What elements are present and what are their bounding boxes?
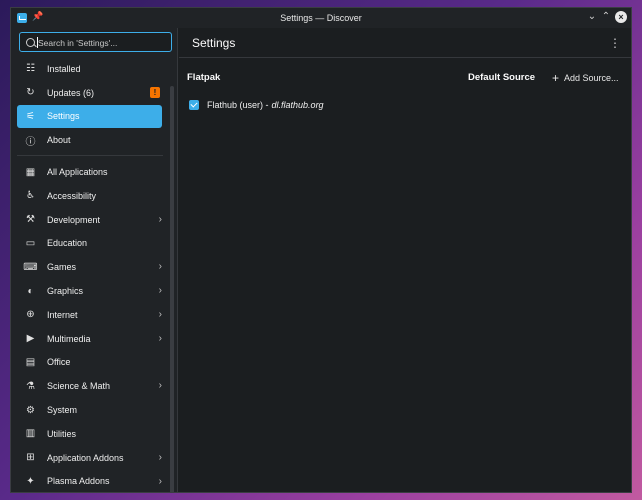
add-source-button[interactable]: + Add Source...: [552, 71, 619, 85]
sidebar-item-label: Development: [47, 214, 101, 225]
sidebar-item-graphics[interactable]: ◐ Graphics ›: [17, 279, 162, 303]
chevron-right-icon: ›: [158, 213, 162, 225]
sidebar: Search in 'Settings'... ☷ Installed ↻ Up…: [11, 28, 178, 492]
system-gear-icon: ⚙: [26, 404, 35, 416]
sidebar-item-label: Multimedia: [47, 333, 91, 344]
about-icon: ⓘ: [25, 136, 36, 148]
search-input[interactable]: Search in 'Settings'...: [19, 32, 172, 52]
sidebar-item-label: Education: [47, 238, 88, 249]
multimedia-icon: ▶: [26, 333, 35, 345]
sidebar-item-label: System: [47, 405, 78, 416]
source-url: dl.flathub.org: [271, 100, 324, 110]
science-icon: ⚗: [26, 380, 35, 392]
close-button[interactable]: ×: [615, 11, 627, 23]
search-placeholder: Search in 'Settings'...: [36, 37, 118, 48]
main-content: Settings ⋮ Flatpak Default Source + Add S…: [179, 28, 631, 492]
utilities-icon: ▥: [25, 428, 36, 440]
development-icon: ⚒: [26, 214, 35, 226]
addons-icon: ⊞: [26, 452, 35, 464]
plasma-icon: ✦: [26, 475, 35, 487]
sidebar-item-development[interactable]: ⚒ Development ›: [17, 208, 162, 232]
window-title: Settings — Discover: [280, 13, 362, 23]
chevron-right-icon: ›: [158, 380, 162, 392]
updates-badge: !: [150, 86, 160, 98]
plus-icon: +: [552, 71, 560, 85]
sidebar-item-updates[interactable]: ↻ Updates (6) !: [17, 81, 162, 105]
sidebar-item-label: Accessibility: [47, 190, 97, 201]
sidebar-item-label: Office: [47, 357, 71, 368]
sidebar-item-label: Science & Math: [47, 381, 111, 392]
sidebar-item-about[interactable]: ⓘ About: [17, 128, 162, 152]
default-source-button[interactable]: Default Source: [468, 72, 535, 83]
chevron-right-icon: ›: [158, 261, 162, 273]
chevron-right-icon: ›: [158, 285, 162, 297]
sidebar-item-accessibility[interactable]: ♿ Accessibility: [17, 184, 162, 208]
sidebar-item-label: Updates (6): [47, 87, 95, 98]
chevron-right-icon: ›: [158, 332, 162, 344]
page-header: Settings ⋮: [179, 28, 631, 58]
installed-icon: ☷: [26, 63, 35, 75]
sidebar-item-application-addons[interactable]: ⊞ Application Addons ›: [17, 446, 162, 470]
updates-icon: ↻: [26, 87, 35, 99]
minimize-button[interactable]: ⌃: [600, 11, 612, 23]
sidebar-item-internet[interactable]: ⊕ Internet ›: [17, 303, 162, 327]
title-bar: 📌 Settings — Discover ⌄ ⌃ ×: [11, 8, 631, 28]
chevron-right-icon: ›: [158, 475, 162, 487]
sidebar-item-installed[interactable]: ☷ Installed: [17, 57, 162, 81]
sidebar-scrollbar[interactable]: [170, 86, 174, 492]
overflow-menu-icon[interactable]: ⋮: [609, 36, 621, 50]
grid-icon: ▦: [25, 166, 36, 178]
graphics-icon: ◐: [27, 285, 34, 297]
add-source-label: Add Source...: [564, 73, 619, 83]
sidebar-item-education[interactable]: ▭ Education: [17, 232, 162, 256]
sidebar-item-label: Utilities: [47, 428, 77, 439]
office-icon: ▤: [25, 356, 36, 368]
page-title: Settings: [192, 36, 236, 50]
sidebar-item-settings[interactable]: ⚟ Settings: [17, 104, 162, 129]
sidebar-item-label: Games: [47, 262, 77, 273]
sidebar-item-label: Graphics: [47, 286, 84, 297]
sidebar-item-plasma-addons[interactable]: ✦ Plasma Addons ›: [17, 470, 162, 492]
sidebar-item-office[interactable]: ▤ Office: [17, 351, 162, 375]
accessibility-icon: ♿: [26, 190, 35, 202]
sidebar-item-games[interactable]: ⌨ Games ›: [17, 255, 162, 279]
globe-icon: ⊕: [26, 309, 35, 321]
sidebar-divider: [17, 155, 163, 157]
sidebar-item-system[interactable]: ⚙ System: [17, 398, 162, 422]
gamepad-icon: ⌨: [23, 261, 38, 273]
sidebar-nav: ☷ Installed ↻ Updates (6) ! ⚟ Settings ⓘ…: [17, 57, 163, 492]
source-enabled-checkbox[interactable]: [189, 100, 199, 110]
chevron-right-icon: ›: [158, 451, 162, 463]
sidebar-item-label: Installed: [47, 63, 81, 74]
discover-window: 📌 Settings — Discover ⌄ ⌃ × Search in 'S…: [10, 7, 632, 493]
sidebar-item-label: Plasma Addons: [47, 476, 110, 487]
sidebar-item-utilities[interactable]: ▥ Utilities: [17, 422, 162, 446]
search-icon: [26, 38, 35, 47]
sidebar-item-multimedia[interactable]: ▶ Multimedia ›: [17, 327, 162, 351]
sidebar-item-science-math[interactable]: ⚗ Science & Math ›: [17, 374, 162, 398]
source-row-flathub[interactable]: Flathub (user) - dl.flathub.org: [189, 100, 324, 110]
chevron-down-icon[interactable]: ⌄: [586, 11, 598, 23]
section-title-flatpak: Flatpak: [187, 72, 221, 83]
settings-icon: ⚟: [26, 110, 35, 122]
sidebar-item-label: Internet: [47, 309, 78, 320]
education-icon: ▭: [25, 237, 36, 249]
sidebar-item-label: Application Addons: [47, 452, 124, 463]
sidebar-item-label: Settings: [47, 111, 80, 122]
sidebar-item-all-applications[interactable]: ▦ All Applications: [17, 160, 162, 184]
sidebar-item-label: All Applications: [47, 167, 108, 178]
sidebar-item-label: About: [47, 135, 71, 146]
chevron-right-icon: ›: [158, 308, 162, 320]
source-name: Flathub (user) -: [207, 100, 269, 110]
